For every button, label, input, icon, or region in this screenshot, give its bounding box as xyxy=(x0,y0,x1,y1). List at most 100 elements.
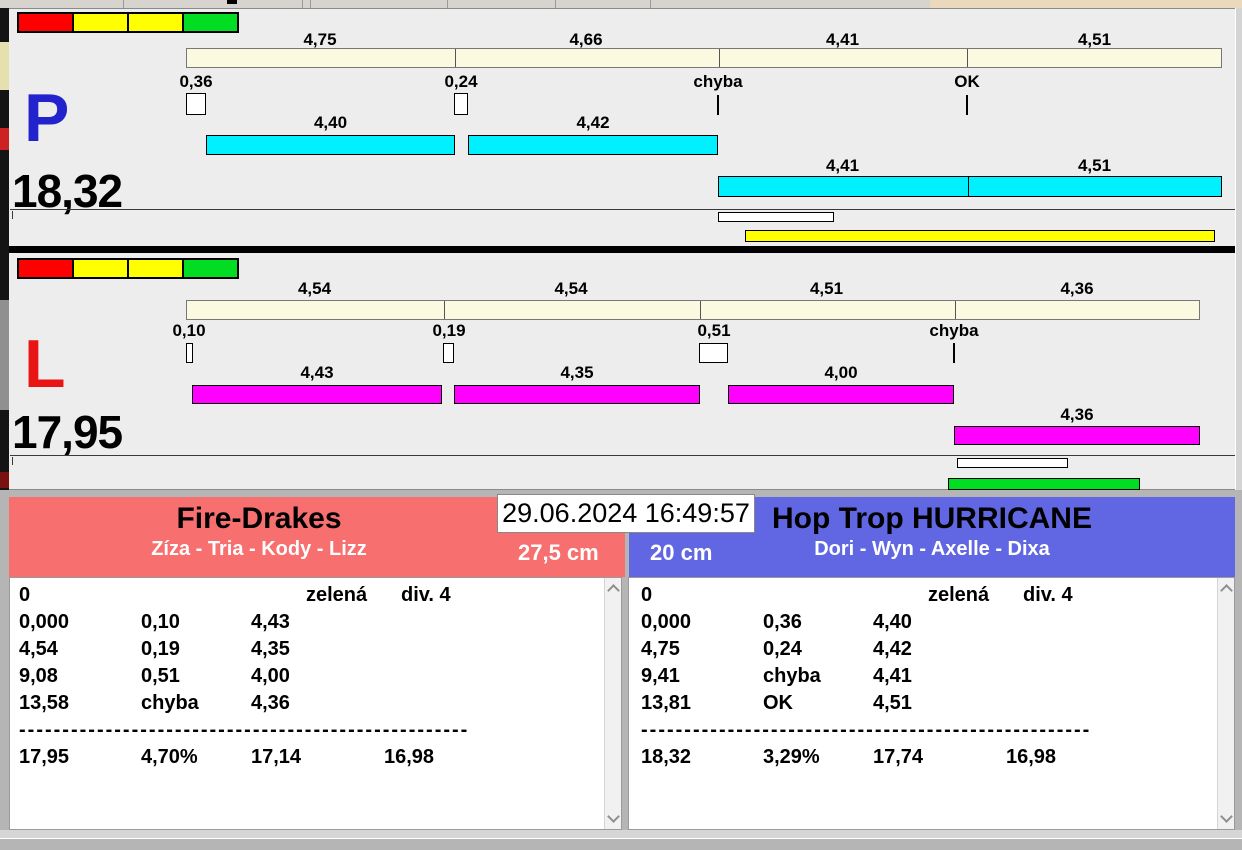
split-time-label: 4,54 xyxy=(297,279,332,298)
background-fragment xyxy=(0,472,9,488)
table-separator: ----------------------------------------… xyxy=(641,719,1092,741)
run-number: 0 xyxy=(19,584,31,606)
segment-divider xyxy=(719,49,720,67)
cell-gap: chyba xyxy=(141,692,199,714)
dog-time-label: 4,40 xyxy=(313,113,348,132)
gap-box xyxy=(186,93,206,115)
lane-l-marker-bar-green xyxy=(948,478,1140,490)
lane-l-total-time: 17,95 xyxy=(12,406,123,458)
light-yellow-1 xyxy=(72,258,129,279)
lane-l-dog-bar xyxy=(728,385,954,404)
baseline-tick xyxy=(12,457,13,465)
sum-dog-times: 17,14 xyxy=(251,746,302,768)
background-fragment xyxy=(930,0,1242,8)
lane-p-letter: P xyxy=(24,80,70,156)
light-green xyxy=(182,12,239,33)
cell-dogtime: 4,42 xyxy=(873,638,912,660)
team-left-scrollbar[interactable] xyxy=(604,578,621,829)
total-time: 17,95 xyxy=(19,746,70,768)
segment-divider xyxy=(444,301,445,319)
cell-gap: 0,51 xyxy=(141,665,180,687)
loss-percent: 4,70% xyxy=(141,746,198,768)
team-left-results-panel[interactable]: 0 zelená div. 4 0,000 0,10 4,43 4,54 0,19 4,35… xyxy=(9,577,622,830)
dog-time-label: 4,36 xyxy=(1060,405,1094,424)
cell-gap: 0,36 xyxy=(763,611,802,633)
scroll-up-icon[interactable] xyxy=(607,584,620,597)
cell-dogtime: 4,40 xyxy=(873,611,912,633)
divider xyxy=(650,0,651,8)
lane-divider xyxy=(9,246,1235,253)
gap-box xyxy=(454,93,468,115)
split-time-label: 4,36 xyxy=(1060,279,1094,298)
table-row: 9,41 chyba 4,41 xyxy=(641,663,1091,690)
lane-p-marker-bar-yellow xyxy=(745,230,1215,242)
light-color-label: zelená xyxy=(928,584,990,606)
lane-l-dog-bar xyxy=(954,426,1200,445)
cell-split: 9,41 xyxy=(641,665,680,687)
lane-l-split-bar xyxy=(186,300,1200,320)
lane-l-dog-bar xyxy=(192,385,442,404)
dog-time-label: 4,00 xyxy=(824,363,858,382)
segment-divider xyxy=(455,49,456,67)
split-time-label: 4,51 xyxy=(1077,30,1112,49)
divider xyxy=(555,0,556,8)
table-row: 4,54 0,19 4,35 xyxy=(19,636,469,663)
cell-gap: 0,24 xyxy=(763,638,802,660)
run-number: 0 xyxy=(641,584,653,606)
segment-divider xyxy=(955,301,956,319)
lane-l-marker-bar-white xyxy=(957,458,1068,468)
split-time-label: 4,51 xyxy=(809,279,844,298)
cell-dogtime: 4,36 xyxy=(251,692,290,714)
gap-label: 0,36 xyxy=(179,72,213,91)
divider xyxy=(123,0,124,8)
lane-p-baseline xyxy=(10,209,1235,210)
gap-label: chyba xyxy=(693,72,743,91)
datetime-display: 29.06.2024 16:49:57 xyxy=(497,494,755,533)
cell-split: 0,000 xyxy=(641,611,692,633)
division-label: div. 4 xyxy=(1023,584,1073,606)
dog-time-label: 4,51 xyxy=(1077,156,1112,175)
background-fragment xyxy=(0,300,9,410)
table-totals-row: 18,32 3,29% 17,74 16,98 xyxy=(641,744,1091,771)
light-red xyxy=(17,258,74,279)
divider xyxy=(447,0,448,8)
lane-l-dog-bar xyxy=(454,385,700,404)
split-time-label: 4,66 xyxy=(569,30,603,49)
team-left-results-text: 0 zelená div. 4 0,000 0,10 4,43 4,54 0,19 4,35… xyxy=(19,582,469,771)
loss-percent: 3,29% xyxy=(763,746,820,768)
total-time: 18,32 xyxy=(641,746,692,768)
split-time-label: 4,54 xyxy=(554,279,588,298)
scroll-down-icon[interactable] xyxy=(1220,810,1233,823)
light-yellow-2 xyxy=(127,12,184,33)
team-left-jump-height: 27,5 cm xyxy=(518,540,599,565)
dog-time-label: 4,42 xyxy=(576,113,610,132)
sum-dog-times: 17,74 xyxy=(873,746,924,768)
gap-box xyxy=(443,343,454,363)
dog-time-label: 4,35 xyxy=(560,363,594,382)
cell-dogtime: 4,35 xyxy=(251,638,290,660)
lane-p-total-time: 18,32 xyxy=(12,165,123,217)
team-right-results-panel[interactable]: 0 zelená div. 4 0,000 0,36 4,40 4,75 0,24 4,42… xyxy=(628,577,1235,830)
table-header-row: 0 zelená div. 4 xyxy=(641,582,1091,609)
best-possible: 16,98 xyxy=(384,746,435,768)
light-color-label: zelená xyxy=(306,584,368,606)
team-right-results-text: 0 zelená div. 4 0,000 0,36 4,40 4,75 0,24 4,42… xyxy=(641,582,1091,771)
segment-divider xyxy=(700,301,701,319)
gap-label: OK xyxy=(954,72,980,91)
best-possible: 16,98 xyxy=(1006,746,1057,768)
dog-time-label: 4,43 xyxy=(300,363,334,382)
table-row: 13,58 chyba 4,36 xyxy=(19,690,469,717)
gap-label: chyba xyxy=(929,321,979,340)
divider xyxy=(302,0,303,8)
split-time-label: 4,75 xyxy=(303,30,337,49)
lane-l-letter: L xyxy=(24,326,66,402)
scroll-down-icon[interactable] xyxy=(607,810,620,823)
gap-tick xyxy=(966,95,968,115)
team-left-dogs: Zíza - Tria - Kody - Lizz xyxy=(151,538,367,560)
team-right-jump-height: 20 cm xyxy=(650,540,713,565)
cell-split: 9,08 xyxy=(19,665,58,687)
team-right-scrollbar[interactable] xyxy=(1217,578,1234,829)
scroll-up-icon[interactable] xyxy=(1220,584,1233,597)
cell-split: 4,75 xyxy=(641,638,680,660)
bottom-strip-dark xyxy=(0,838,1242,850)
